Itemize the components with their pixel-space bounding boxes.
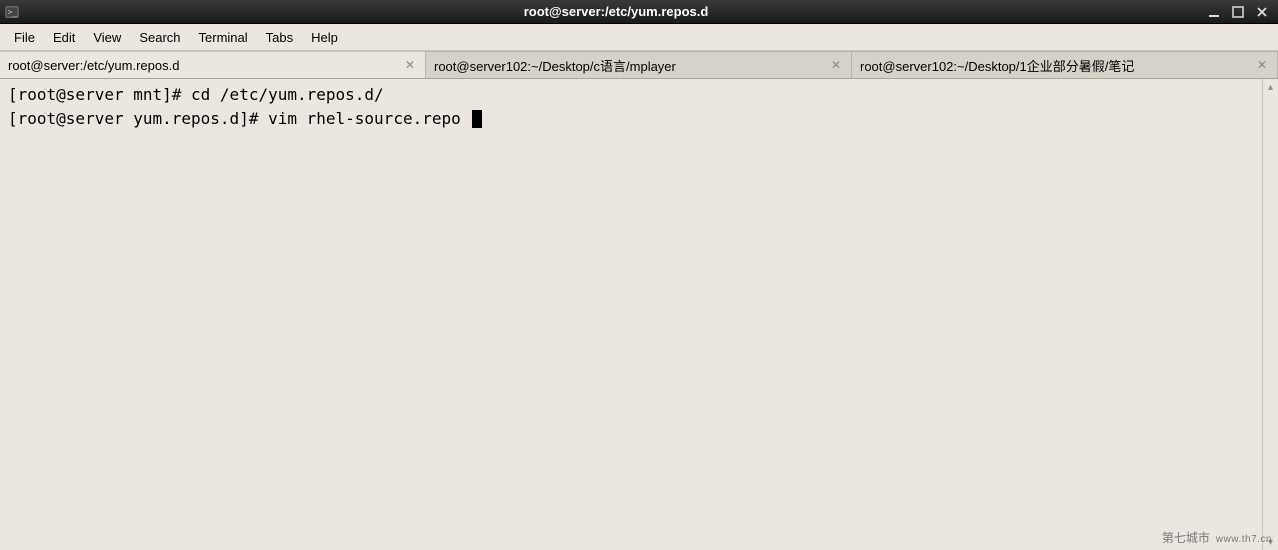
- titlebar: >_ root@server:/etc/yum.repos.d: [0, 0, 1278, 24]
- menu-help[interactable]: Help: [303, 27, 346, 48]
- terminal-wrapper: [root@server mnt]# cd /etc/yum.repos.d/ […: [0, 79, 1278, 550]
- tab-2-label: root@server102:~/Desktop/c语言/mplayer: [434, 56, 821, 75]
- tab-1-label: root@server:/etc/yum.repos.d: [8, 58, 395, 73]
- terminal-output[interactable]: [root@server mnt]# cd /etc/yum.repos.d/ […: [0, 79, 1262, 550]
- tab-1-close-icon[interactable]: ✕: [403, 58, 417, 72]
- terminal-line-1: [root@server mnt]# cd /etc/yum.repos.d/: [8, 83, 1254, 107]
- menubar: File Edit View Search Terminal Tabs Help: [0, 24, 1278, 51]
- watermark: 第七城市 www.th7.cn: [1162, 529, 1272, 546]
- menu-terminal[interactable]: Terminal: [191, 27, 256, 48]
- watermark-text-1: 第七城市: [1162, 529, 1210, 546]
- menu-tabs[interactable]: Tabs: [258, 27, 301, 48]
- tabbar: root@server:/etc/yum.repos.d ✕ root@serv…: [0, 51, 1278, 79]
- tab-3-label: root@server102:~/Desktop/1企业部分暑假/笔记: [860, 56, 1247, 75]
- terminal-cursor: [472, 110, 482, 128]
- scrollbar-up-icon[interactable]: ▴: [1263, 79, 1278, 95]
- menu-file[interactable]: File: [6, 27, 43, 48]
- terminal-app-icon: >_: [4, 4, 20, 20]
- window-title: root@server:/etc/yum.repos.d: [26, 4, 1206, 19]
- tab-3-close-icon[interactable]: ✕: [1255, 58, 1269, 72]
- scrollbar-track[interactable]: [1263, 95, 1278, 534]
- terminal-line-2: [root@server yum.repos.d]# vim rhel-sour…: [8, 107, 1254, 131]
- minimize-button[interactable]: [1206, 4, 1222, 20]
- watermark-text-2: www.th7.cn: [1216, 534, 1272, 545]
- svg-text:>_: >_: [8, 7, 18, 16]
- terminal-line-2-text: [root@server yum.repos.d]# vim rhel-sour…: [8, 109, 470, 128]
- scrollbar[interactable]: ▴ ▾: [1262, 79, 1278, 550]
- tab-2-close-icon[interactable]: ✕: [829, 58, 843, 72]
- menu-search[interactable]: Search: [131, 27, 188, 48]
- tab-2[interactable]: root@server102:~/Desktop/c语言/mplayer ✕: [426, 51, 852, 78]
- maximize-button[interactable]: [1230, 4, 1246, 20]
- tab-3[interactable]: root@server102:~/Desktop/1企业部分暑假/笔记 ✕: [852, 51, 1278, 78]
- menu-view[interactable]: View: [85, 27, 129, 48]
- window-controls: [1206, 4, 1274, 20]
- menu-edit[interactable]: Edit: [45, 27, 83, 48]
- close-button[interactable]: [1254, 4, 1270, 20]
- tab-1[interactable]: root@server:/etc/yum.repos.d ✕: [0, 51, 426, 78]
